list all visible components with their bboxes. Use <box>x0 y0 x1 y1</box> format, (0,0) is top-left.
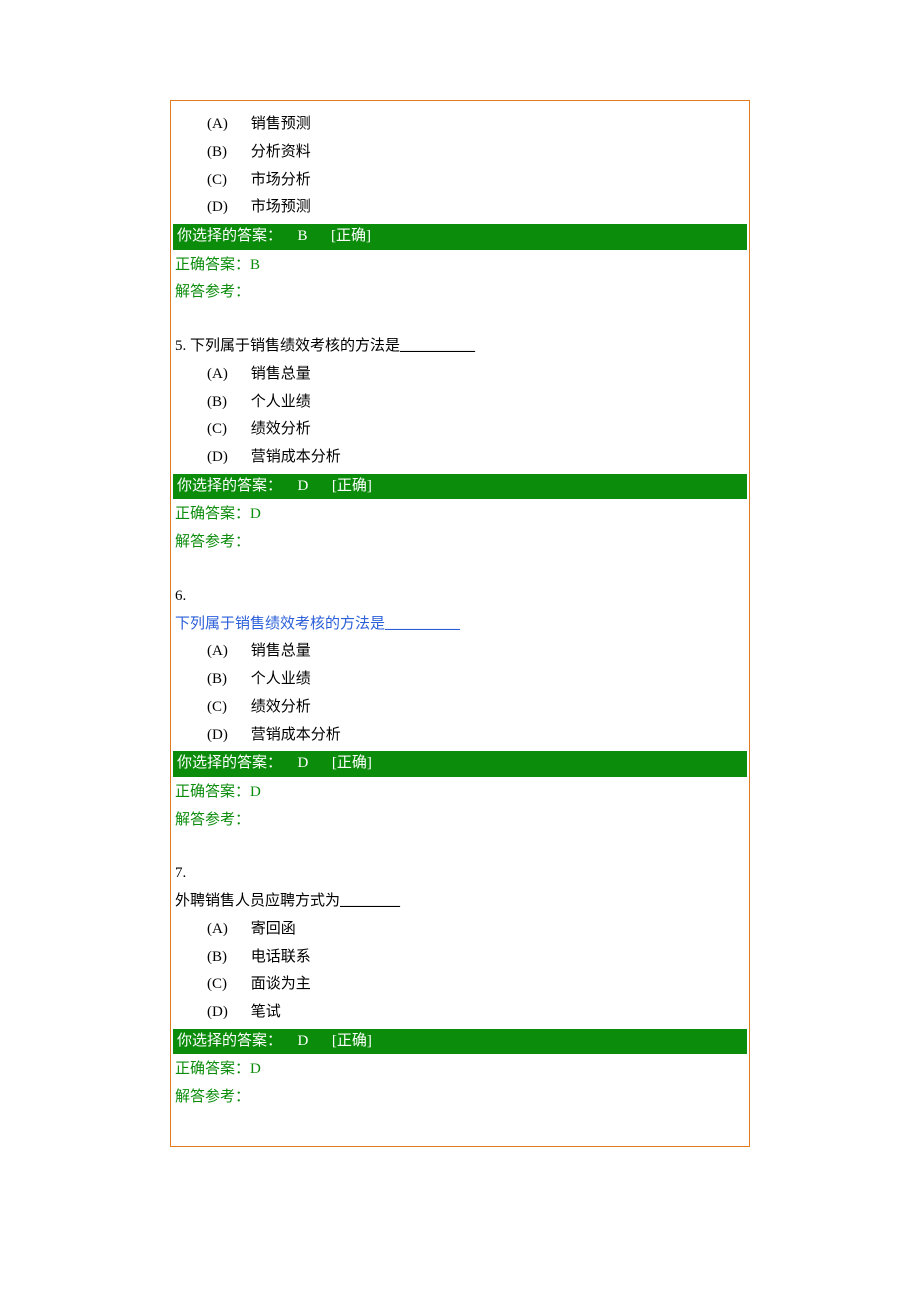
correct-answer-label: 正确答案： <box>175 1061 250 1077</box>
question-text: 下列属于销售绩效考核的方法是 <box>175 616 385 632</box>
blank-line: ________ <box>340 893 400 909</box>
q7-option-d: (D) 笔试 <box>171 999 749 1027</box>
explain-label: 解答参考： <box>175 812 250 828</box>
status-correct: [正确] <box>332 478 372 494</box>
your-choice-value: B <box>298 228 308 244</box>
your-choice-label: 你选择的答案： <box>177 1033 282 1049</box>
q7-option-b: (B) 电话联系 <box>171 944 749 972</box>
option-letter: (B) <box>207 944 247 972</box>
option-text: 个人业绩 <box>251 394 311 410</box>
q6-your-choice-banner: 你选择的答案： D [正确] <box>173 751 747 777</box>
option-letter: (B) <box>207 666 247 694</box>
option-text: 市场分析 <box>251 172 311 188</box>
q6-option-a: (A) 销售总量 <box>171 638 749 666</box>
option-text: 销售总量 <box>251 366 311 382</box>
q6-option-c: (C) 绩效分析 <box>171 694 749 722</box>
explain-label: 解答参考： <box>175 534 250 550</box>
option-letter: (A) <box>207 361 247 389</box>
q6-option-b: (B) 个人业绩 <box>171 666 749 694</box>
question-number: 6. <box>175 588 186 604</box>
q6-number: 6. <box>171 583 749 611</box>
option-letter: (A) <box>207 916 247 944</box>
correct-answer-label: 正确答案： <box>175 257 250 273</box>
option-letter: (D) <box>207 722 247 750</box>
option-letter: (C) <box>207 416 247 444</box>
blank-line: __________ <box>400 338 475 354</box>
your-choice-value: D <box>298 478 309 494</box>
option-letter: (D) <box>207 444 247 472</box>
q7-correct-answer: 正确答案：D <box>171 1056 749 1084</box>
correct-answer-label: 正确答案： <box>175 784 250 800</box>
correct-answer-value: B <box>250 257 260 273</box>
option-letter: (B) <box>207 139 247 167</box>
q5-option-d: (D) 营销成本分析 <box>171 444 749 472</box>
option-text: 营销成本分析 <box>251 449 341 465</box>
option-text: 绩效分析 <box>251 421 311 437</box>
q5-correct-answer: 正确答案：D <box>171 501 749 529</box>
option-text: 电话联系 <box>251 949 311 965</box>
correct-answer-value: D <box>250 506 261 522</box>
q4-your-choice-banner: 你选择的答案： B [正确] <box>173 224 747 250</box>
option-text: 分析资料 <box>251 144 311 160</box>
q6-option-d: (D) 营销成本分析 <box>171 722 749 750</box>
question-text: 下列属于销售绩效考核的方法是 <box>190 338 400 354</box>
status-correct: [正确] <box>332 1033 372 1049</box>
option-text: 寄回函 <box>251 921 296 937</box>
q7-number: 7. <box>171 860 749 888</box>
option-letter: (B) <box>207 389 247 417</box>
q4-option-c: (C) 市场分析 <box>171 167 749 195</box>
status-correct: [正确] <box>332 755 372 771</box>
q7-option-c: (C) 面谈为主 <box>171 971 749 999</box>
q7-explanation: 解答参考： <box>171 1084 749 1112</box>
q4-option-a: (A) 销售预测 <box>171 111 749 139</box>
q7-text: 外聘销售人员应聘方式为________ <box>171 888 749 916</box>
explain-label: 解答参考： <box>175 284 250 300</box>
q4-correct-answer: 正确答案：B <box>171 252 749 280</box>
q5-your-choice-banner: 你选择的答案： D [正确] <box>173 474 747 500</box>
option-text: 个人业绩 <box>251 671 311 687</box>
option-text: 面谈为主 <box>251 976 311 992</box>
question-number: 5. <box>175 338 186 354</box>
q7-option-a: (A) 寄回函 <box>171 916 749 944</box>
q5-option-c: (C) 绩效分析 <box>171 416 749 444</box>
option-letter: (C) <box>207 694 247 722</box>
option-letter: (A) <box>207 111 247 139</box>
question-number: 7. <box>175 865 186 881</box>
option-text: 市场预测 <box>251 199 311 215</box>
q4-option-d: (D) 市场预测 <box>171 194 749 222</box>
q6-text-link[interactable]: 下列属于销售绩效考核的方法是__________ <box>171 611 749 639</box>
correct-answer-value: D <box>250 784 261 800</box>
document-frame: (A) 销售预测 (B) 分析资料 (C) 市场分析 (D) 市场预测 你选择的… <box>170 100 750 1147</box>
correct-answer-label: 正确答案： <box>175 506 250 522</box>
option-text: 绩效分析 <box>251 699 311 715</box>
option-letter: (A) <box>207 638 247 666</box>
your-choice-value: D <box>298 755 309 771</box>
option-text: 笔试 <box>251 1004 281 1020</box>
option-text: 营销成本分析 <box>251 727 341 743</box>
option-letter: (D) <box>207 999 247 1027</box>
question-text: 外聘销售人员应聘方式为 <box>175 893 340 909</box>
q5-option-b: (B) 个人业绩 <box>171 389 749 417</box>
q5-header: 5. 下列属于销售绩效考核的方法是__________ <box>171 333 749 361</box>
blank-line: __________ <box>385 616 460 632</box>
option-letter: (C) <box>207 971 247 999</box>
your-choice-value: D <box>298 1033 309 1049</box>
q7-your-choice-banner: 你选择的答案： D [正确] <box>173 1029 747 1055</box>
option-letter: (C) <box>207 167 247 195</box>
q5-explanation: 解答参考： <box>171 529 749 557</box>
q4-option-b: (B) 分析资料 <box>171 139 749 167</box>
q6-explanation: 解答参考： <box>171 807 749 835</box>
your-choice-label: 你选择的答案： <box>177 755 282 771</box>
option-text: 销售预测 <box>251 116 311 132</box>
q4-explanation: 解答参考： <box>171 279 749 307</box>
q6-correct-answer: 正确答案：D <box>171 779 749 807</box>
your-choice-label: 你选择的答案： <box>177 478 282 494</box>
status-correct: [正确] <box>331 228 371 244</box>
explain-label: 解答参考： <box>175 1089 250 1105</box>
q5-option-a: (A) 销售总量 <box>171 361 749 389</box>
correct-answer-value: D <box>250 1061 261 1077</box>
option-text: 销售总量 <box>251 643 311 659</box>
your-choice-label: 你选择的答案： <box>177 228 282 244</box>
option-letter: (D) <box>207 194 247 222</box>
